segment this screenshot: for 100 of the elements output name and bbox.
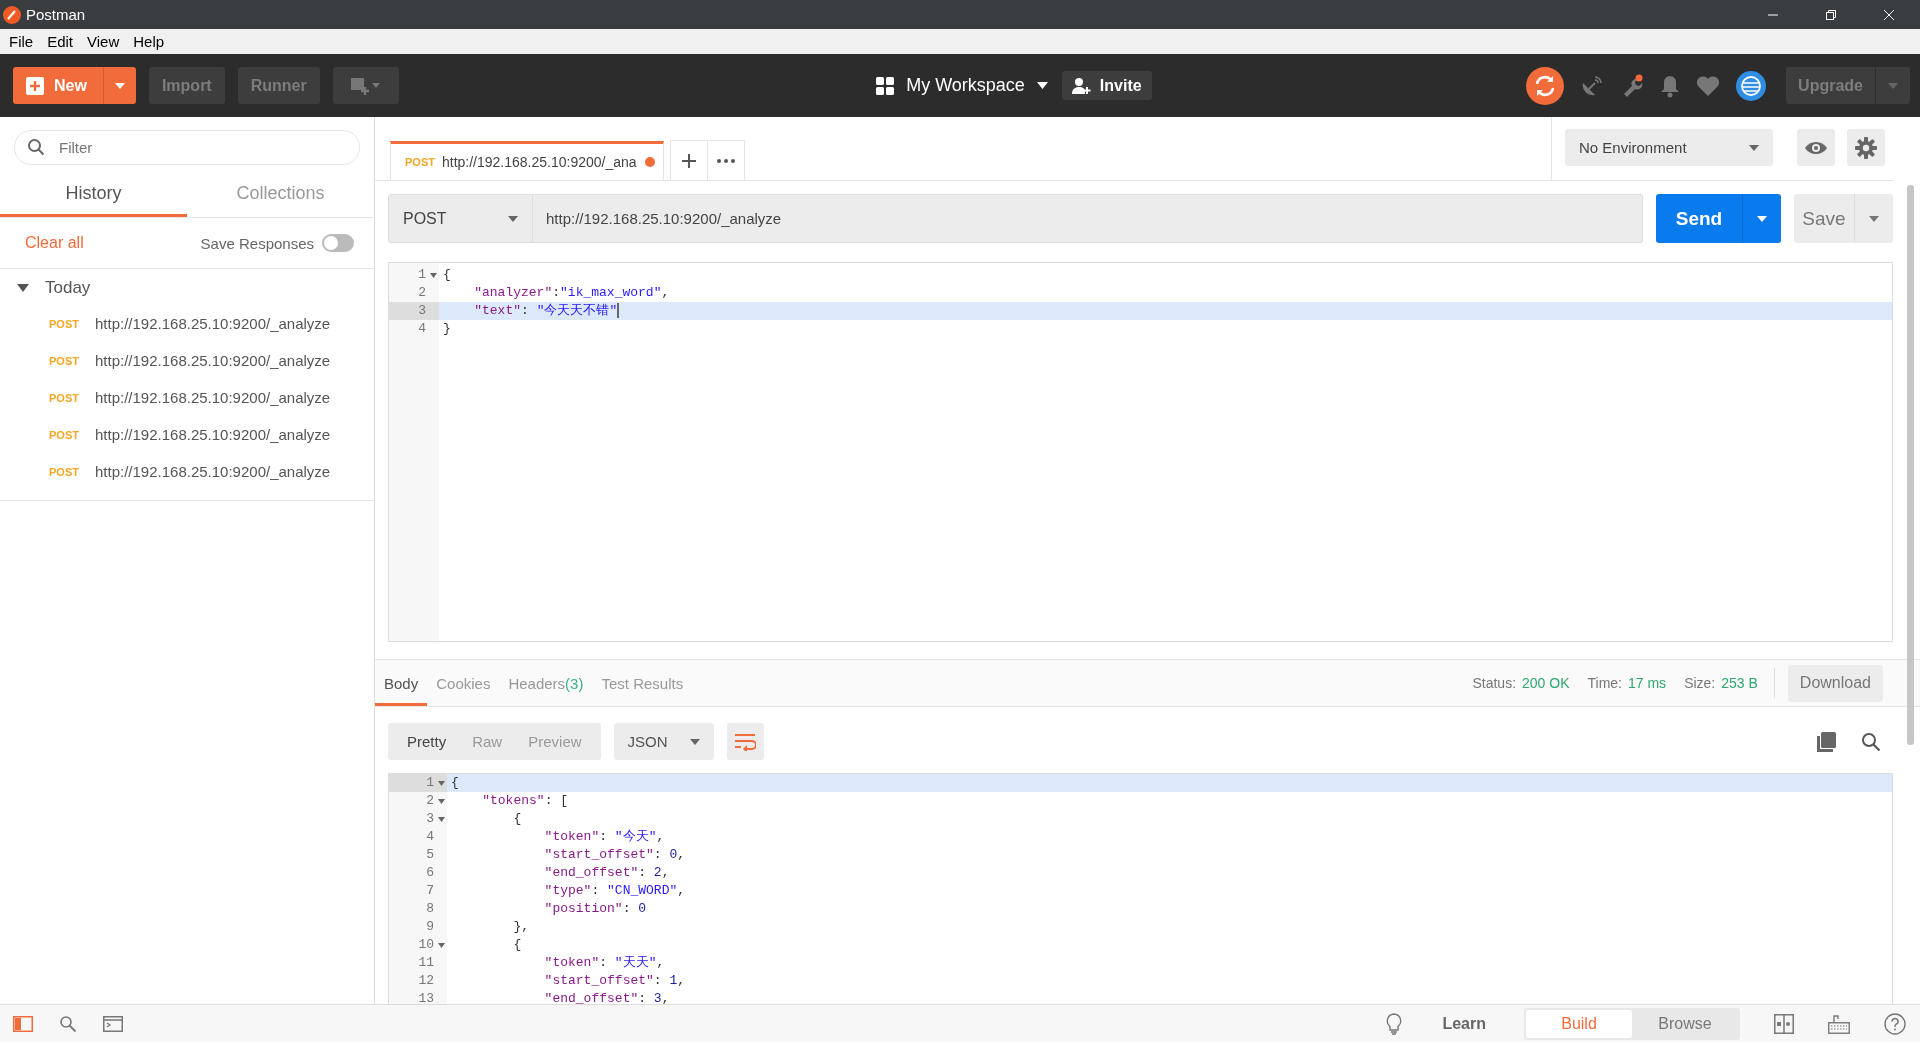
- line-number: 4: [418, 320, 426, 338]
- fold-icon[interactable]: [438, 942, 445, 948]
- line-number: 3: [418, 302, 426, 320]
- invite-button[interactable]: Invite: [1061, 71, 1152, 100]
- send-button[interactable]: Send: [1656, 194, 1781, 243]
- method-dropdown[interactable]: POST: [388, 194, 533, 243]
- sidebar-toggle-icon[interactable]: [13, 1015, 33, 1032]
- workspace-selector[interactable]: My Workspace: [876, 75, 1048, 96]
- history-group-label[interactable]: Today: [45, 278, 91, 298]
- code-line: {: [512, 936, 523, 954]
- code-line: "end_offset": 2,: [543, 864, 671, 882]
- caret-icon[interactable]: [17, 284, 29, 292]
- save-responses-label: Save Responses: [200, 234, 314, 252]
- bell-icon[interactable]: [1660, 73, 1681, 98]
- code-line: "token": "今天",: [543, 828, 666, 846]
- eye-icon: [1804, 140, 1828, 155]
- fold-icon[interactable]: [438, 780, 445, 786]
- eye-button[interactable]: [1797, 129, 1835, 166]
- app-logo-icon: [3, 5, 21, 24]
- stat-value: 253 B: [1721, 675, 1758, 691]
- code-line: },: [512, 918, 530, 936]
- heart-icon[interactable]: [1696, 74, 1721, 97]
- search-icon[interactable]: [1861, 731, 1881, 752]
- two-pane-icon[interactable]: [1774, 1013, 1794, 1034]
- new-window-icon: [350, 76, 381, 95]
- environment-dropdown[interactable]: No Environment: [1565, 129, 1773, 166]
- line-number: 2: [418, 284, 426, 302]
- window-title: Postman: [26, 6, 86, 23]
- more-icon: [716, 158, 735, 163]
- line-number: 5: [426, 846, 434, 864]
- save-button[interactable]: Save: [1794, 194, 1893, 243]
- sync-icon[interactable]: [1526, 66, 1565, 105]
- copy-icon[interactable]: [1816, 731, 1836, 752]
- restore-icon[interactable]: [1825, 8, 1837, 21]
- fold-icon[interactable]: [438, 816, 445, 822]
- console-icon[interactable]: [103, 1015, 123, 1032]
- code-line: {: [442, 266, 452, 284]
- line-number: 4: [426, 828, 434, 846]
- search-icon[interactable]: [59, 1014, 77, 1033]
- caret-icon: [508, 215, 518, 222]
- caret-icon: [1869, 215, 1879, 222]
- code-line: }: [442, 320, 452, 338]
- new-window-button[interactable]: [332, 67, 399, 104]
- code-line: "start_offset": 0,: [543, 846, 687, 864]
- mode-tab[interactable]: Browse: [1632, 1009, 1738, 1038]
- stat-value: 200 OK: [1522, 675, 1570, 691]
- url-field[interactable]: http://192.168.25.10:9200/_analyze: [533, 194, 1643, 243]
- settings-button[interactable]: [1847, 129, 1885, 166]
- menu-item[interactable]: View: [80, 33, 127, 50]
- response-tab[interactable]: Body: [375, 663, 428, 706]
- satellite-icon[interactable]: [1580, 73, 1605, 98]
- line-number: 12: [418, 972, 434, 990]
- line-number: 8: [426, 900, 434, 918]
- new-dropdown-button[interactable]: [102, 67, 136, 104]
- line-number: 9: [426, 918, 434, 936]
- filter-field[interactable]: Filter: [14, 130, 360, 165]
- line-number: 10: [418, 936, 434, 954]
- sidebar-tab[interactable]: History: [0, 172, 187, 217]
- scrollbar-thumb[interactable]: [1907, 185, 1914, 745]
- line-number: 3: [426, 810, 434, 828]
- help-icon[interactable]: [1884, 1012, 1906, 1035]
- code-line: "token": "天天",: [543, 954, 666, 972]
- fold-icon[interactable]: [430, 272, 437, 278]
- history-item[interactable]: POST http://192.168.25.10:9200/_analyze: [0, 453, 374, 490]
- menu-item[interactable]: File: [2, 33, 41, 50]
- code-line: "analyzer":"ik_max_word",: [473, 284, 671, 302]
- caret-icon: [689, 738, 700, 745]
- line-number: 2: [426, 792, 434, 810]
- history-item[interactable]: POST http://192.168.25.10:9200/_analyze: [0, 416, 374, 453]
- history-item[interactable]: POST http://192.168.25.10:9200/_analyze: [0, 379, 374, 416]
- fold-icon[interactable]: [438, 798, 445, 804]
- line-number: 13: [418, 990, 434, 1004]
- history-item[interactable]: POST http://192.168.25.10:9200/_analyze: [0, 342, 374, 379]
- avatar-icon[interactable]: [1736, 70, 1767, 101]
- menu-item[interactable]: Edit: [40, 33, 81, 50]
- code-line: "tokens": [: [481, 792, 570, 810]
- learn-link[interactable]: Learn: [1442, 1014, 1486, 1033]
- grid-icon: [876, 76, 895, 95]
- close-icon[interactable]: [1883, 8, 1895, 21]
- stat-label: Time:: [1587, 675, 1622, 691]
- new-tab-button[interactable]: [669, 140, 708, 180]
- keyboard-icon[interactable]: [1828, 1013, 1850, 1034]
- download-button[interactable]: Download: [1787, 664, 1883, 702]
- request-tab[interactable]: POST http://192.168.25.10:9200/_ana: [390, 141, 664, 180]
- caret-icon: [114, 82, 125, 89]
- caret-icon: [1036, 82, 1048, 89]
- more-button[interactable]: [706, 140, 745, 180]
- line-number: 1: [418, 266, 426, 284]
- save-responses-toggle[interactable]: [322, 234, 354, 252]
- wrap-lines-button[interactable]: [726, 723, 764, 760]
- settings-icon: [1855, 136, 1877, 159]
- stat-label: Size:: [1684, 675, 1716, 691]
- menu-item[interactable]: Help: [126, 33, 172, 50]
- stat-label: Status:: [1472, 675, 1517, 691]
- code-line: "position": 0: [543, 900, 648, 918]
- lightbulb-icon: [1386, 1012, 1403, 1035]
- history-item[interactable]: POST http://192.168.25.10:9200/_analyze: [0, 305, 374, 342]
- plus-icon: [681, 153, 696, 168]
- view-mode-tab[interactable]: Pretty: [394, 723, 460, 760]
- format-dropdown[interactable]: JSON: [613, 723, 714, 760]
